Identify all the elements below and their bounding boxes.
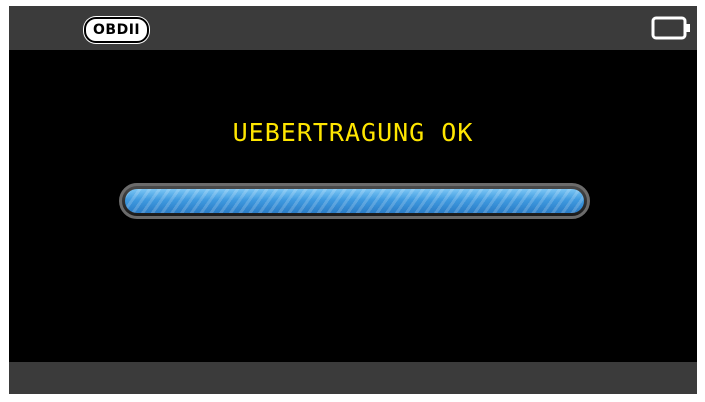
obd-badge: OBDII bbox=[84, 17, 150, 43]
status-message: UEBERTRAGUNG OK bbox=[232, 118, 474, 147]
battery-icon bbox=[651, 16, 690, 40]
progress-bar bbox=[119, 183, 590, 219]
progress-fill bbox=[125, 189, 584, 213]
bottom-bar bbox=[9, 362, 697, 394]
device-screen: OBDII UEBERTRAGUNG OK bbox=[9, 6, 697, 394]
top-status-bar: OBDII bbox=[9, 6, 697, 50]
